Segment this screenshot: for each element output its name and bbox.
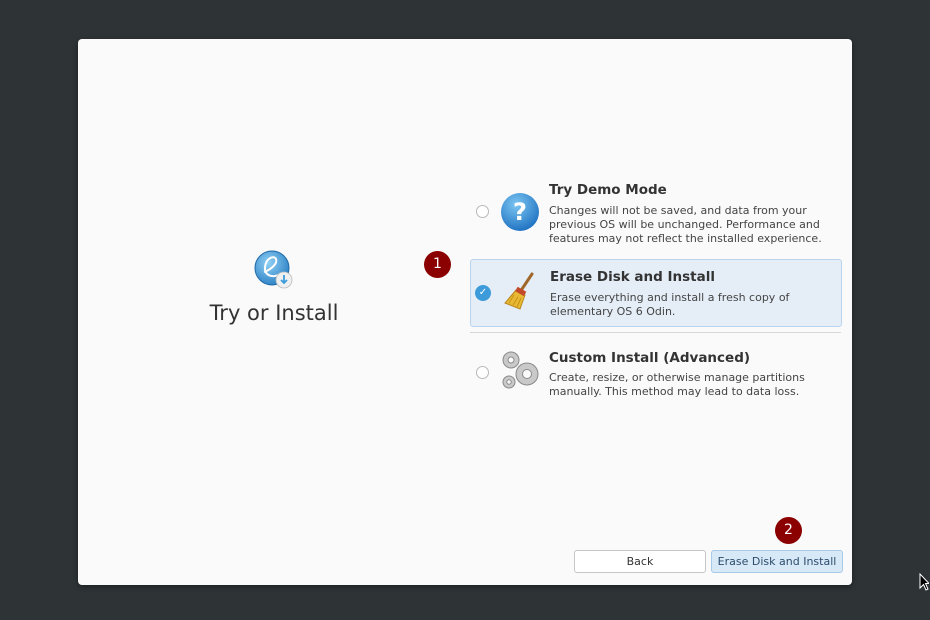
option-erase-disk[interactable]: ✓ Erase Disk and Install Erase everythin…	[470, 259, 842, 327]
back-button[interactable]: Back	[574, 550, 706, 573]
divider	[470, 332, 841, 333]
option-description: Changes will not be saved, and data from…	[549, 204, 822, 245]
option-title: Erase Disk and Install	[550, 269, 715, 285]
radio-erase-disk-checked[interactable]: ✓	[475, 285, 491, 301]
option-try-demo[interactable]: ? Try Demo Mode Changes will not be save…	[470, 177, 840, 249]
page-title: Try or Install	[209, 301, 339, 325]
option-description: Create, resize, or otherwise manage part…	[549, 371, 805, 398]
broom-icon	[504, 272, 534, 310]
svg-text:?: ?	[513, 198, 527, 226]
elementary-installer-logo-icon	[254, 250, 293, 289]
help-icon: ?	[501, 193, 539, 231]
radio-custom-install[interactable]	[476, 366, 489, 379]
mouse-cursor-icon	[919, 573, 929, 591]
installer-window: Try or Install ? Try Demo Mode Changes w…	[78, 39, 852, 585]
step-marker-1: 1	[424, 251, 451, 278]
gears-icon	[502, 351, 539, 389]
option-title: Try Demo Mode	[549, 182, 667, 198]
option-title: Custom Install (Advanced)	[549, 350, 751, 366]
step-marker-2: 2	[775, 517, 802, 544]
option-custom-install[interactable]: Custom Install (Advanced) Create, resize…	[470, 344, 840, 410]
radio-try-demo[interactable]	[476, 205, 489, 218]
erase-disk-and-install-button[interactable]: Erase Disk and Install	[711, 550, 843, 573]
option-description: Erase everything and install a fresh cop…	[550, 291, 790, 318]
